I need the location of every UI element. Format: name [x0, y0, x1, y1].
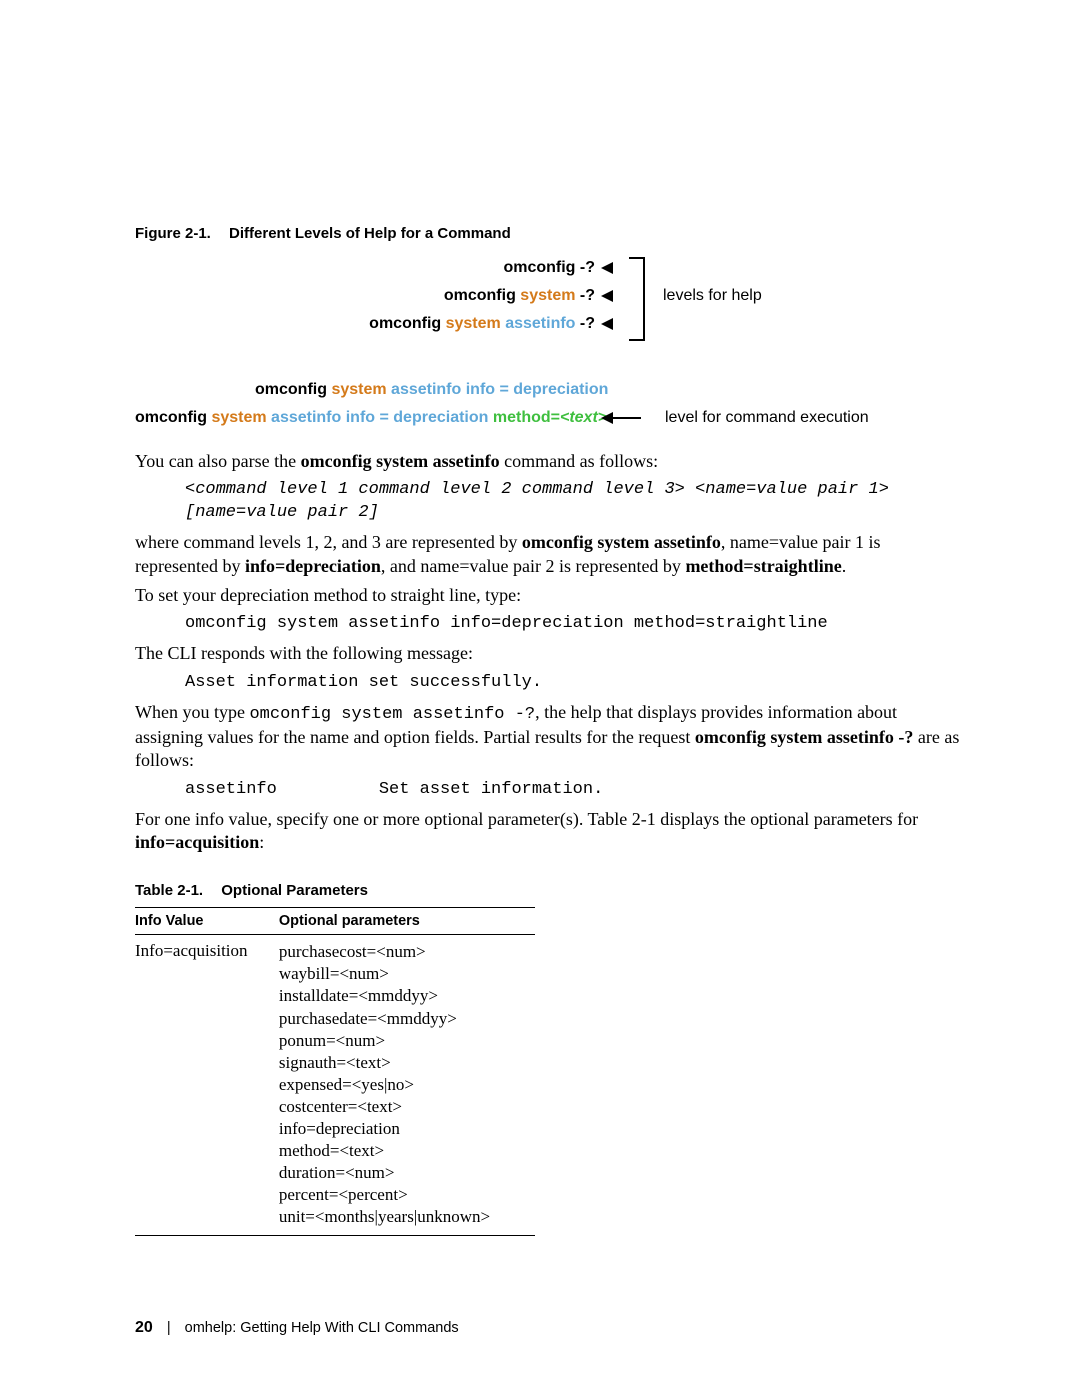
param-item: percent=<percent> — [279, 1185, 408, 1204]
th-info-value: Info Value — [135, 908, 279, 935]
param-item: duration=<num> — [279, 1163, 395, 1182]
p6-c: : — [259, 832, 264, 852]
figure-help-label: levels for help — [663, 287, 762, 304]
figure-body: omconfig -? omconfig system -? levels fo… — [135, 254, 960, 432]
param-item: purchasedate=<mmddyy> — [279, 1009, 457, 1028]
fig-l3-b: system — [446, 315, 501, 332]
figure-row-1: omconfig -? — [135, 254, 960, 282]
p6-a: For one info value, specify one or more … — [135, 809, 918, 829]
p2-b: omconfig system assetinfo — [522, 532, 721, 552]
table-row: Info=acquisition purchasecost=<num> wayb… — [135, 935, 535, 1235]
param-item: costcenter=<text> — [279, 1097, 402, 1116]
footer-section: omhelp: Getting Help With CLI Commands — [185, 1320, 459, 1336]
p6-b: info=acquisition — [135, 832, 259, 852]
fig-l4-c: assetinfo info = depreciation — [387, 381, 609, 398]
table-caption: Table 2-1. Optional Parameters — [135, 882, 960, 899]
fig-l5-c: assetinfo info = depreciation — [267, 409, 493, 426]
body-text: You can also parse the omconfig system a… — [135, 450, 960, 854]
param-item: ponum=<num> — [279, 1031, 385, 1050]
optional-parameters-table: Info Value Optional parameters Info=acqu… — [135, 907, 535, 1235]
figure-row-4 — [135, 348, 960, 376]
figure-exec-label: level for command execution — [665, 409, 869, 426]
figure-row-4b: omconfig system assetinfo info = depreci… — [135, 376, 960, 404]
code-block-4: assetinfo Set asset information. — [185, 779, 960, 802]
arrow-line — [613, 417, 641, 419]
param-item: unit=<months|years|unknown> — [279, 1207, 490, 1226]
param-item: info=depreciation — [279, 1119, 400, 1138]
p2-a: where command levels 1, 2, and 3 are rep… — [135, 532, 522, 552]
table-title: Optional Parameters — [221, 882, 368, 899]
p2-e: , and name=value pair 2 is represented b… — [381, 556, 686, 576]
param-item: purchasecost=<num> — [279, 942, 426, 961]
figure-caption: Figure 2-1. Different Levels of Help for… — [135, 225, 960, 242]
code-block-1: <command level 1 command level 2 command… — [185, 479, 960, 525]
fig-l3-a: omconfig — [369, 315, 445, 332]
td-optional-params: purchasecost=<num> waybill=<num> install… — [279, 935, 535, 1235]
figure-row-3: omconfig system assetinfo -? — [135, 310, 960, 338]
para-2: where command levels 1, 2, and 3 are rep… — [135, 531, 960, 578]
page-number: 20 — [135, 1319, 153, 1336]
p2-d: info=depreciation — [245, 556, 381, 576]
td-info-value: Info=acquisition — [135, 935, 279, 1235]
fig-l2-a: omconfig — [444, 287, 520, 304]
code-block-2: omconfig system assetinfo info=depreciat… — [185, 613, 960, 636]
arrow-left-icon — [601, 290, 613, 302]
arrow-left-icon — [601, 412, 613, 424]
param-item: installdate=<mmddyy> — [279, 986, 438, 1005]
th-optional-params: Optional parameters — [279, 908, 535, 935]
arrow-left-icon — [601, 318, 613, 330]
code-block-3: Asset information set successfully. — [185, 672, 960, 695]
fig-l2-c: -? — [575, 287, 595, 304]
page-footer: 20 | omhelp: Getting Help With CLI Comma… — [135, 1319, 459, 1337]
para-6: For one info value, specify one or more … — [135, 808, 960, 855]
p1-c: command as follows: — [500, 451, 658, 471]
help-levels-bracket — [629, 257, 645, 341]
para-3: To set your depreciation method to strai… — [135, 584, 960, 607]
para-5: When you type omconfig system assetinfo … — [135, 701, 960, 773]
figure-title: Different Levels of Help for a Command — [229, 225, 511, 242]
param-item: expensed=<yes|no> — [279, 1075, 414, 1094]
table-label: Table 2-1. — [135, 882, 203, 899]
fig-l4-b: system — [331, 381, 386, 398]
fig-l5-b: system — [211, 409, 266, 426]
figure-row-5: omconfig system assetinfo info = depreci… — [135, 404, 960, 432]
footer-separator: | — [167, 1320, 171, 1336]
param-item: signauth=<text> — [279, 1053, 391, 1072]
fig-l5-d: method= — [493, 409, 560, 426]
fig-l3-c: assetinfo — [501, 315, 576, 332]
arrow-left-icon — [601, 262, 613, 274]
para-1: You can also parse the omconfig system a… — [135, 450, 960, 473]
p5-a: When you type — [135, 702, 249, 722]
fig-l2-b: system — [520, 287, 575, 304]
p2-f: method=straightline — [685, 556, 841, 576]
p5-c: omconfig system assetinfo -? — [695, 727, 913, 747]
para-4: The CLI responds with the following mess… — [135, 642, 960, 665]
table-header-row: Info Value Optional parameters — [135, 908, 535, 935]
figure-label: Figure 2-1. — [135, 225, 211, 242]
fig-line-1: omconfig -? — [503, 259, 595, 276]
fig-l4-a: omconfig — [255, 381, 331, 398]
figure-spacer — [135, 338, 960, 348]
param-item: method=<text> — [279, 1141, 384, 1160]
p5-cmd: omconfig system assetinfo -? — [249, 705, 535, 724]
p2-g: . — [842, 556, 847, 576]
figure-row-2: omconfig system -? levels for help — [135, 282, 960, 310]
p1-a: You can also parse the — [135, 451, 301, 471]
param-item: waybill=<num> — [279, 964, 389, 983]
p1-b: omconfig system assetinfo — [301, 451, 500, 471]
fig-l3-d: -? — [575, 315, 595, 332]
fig-l5-a: omconfig — [135, 409, 211, 426]
page: Figure 2-1. Different Levels of Help for… — [0, 0, 1080, 1397]
